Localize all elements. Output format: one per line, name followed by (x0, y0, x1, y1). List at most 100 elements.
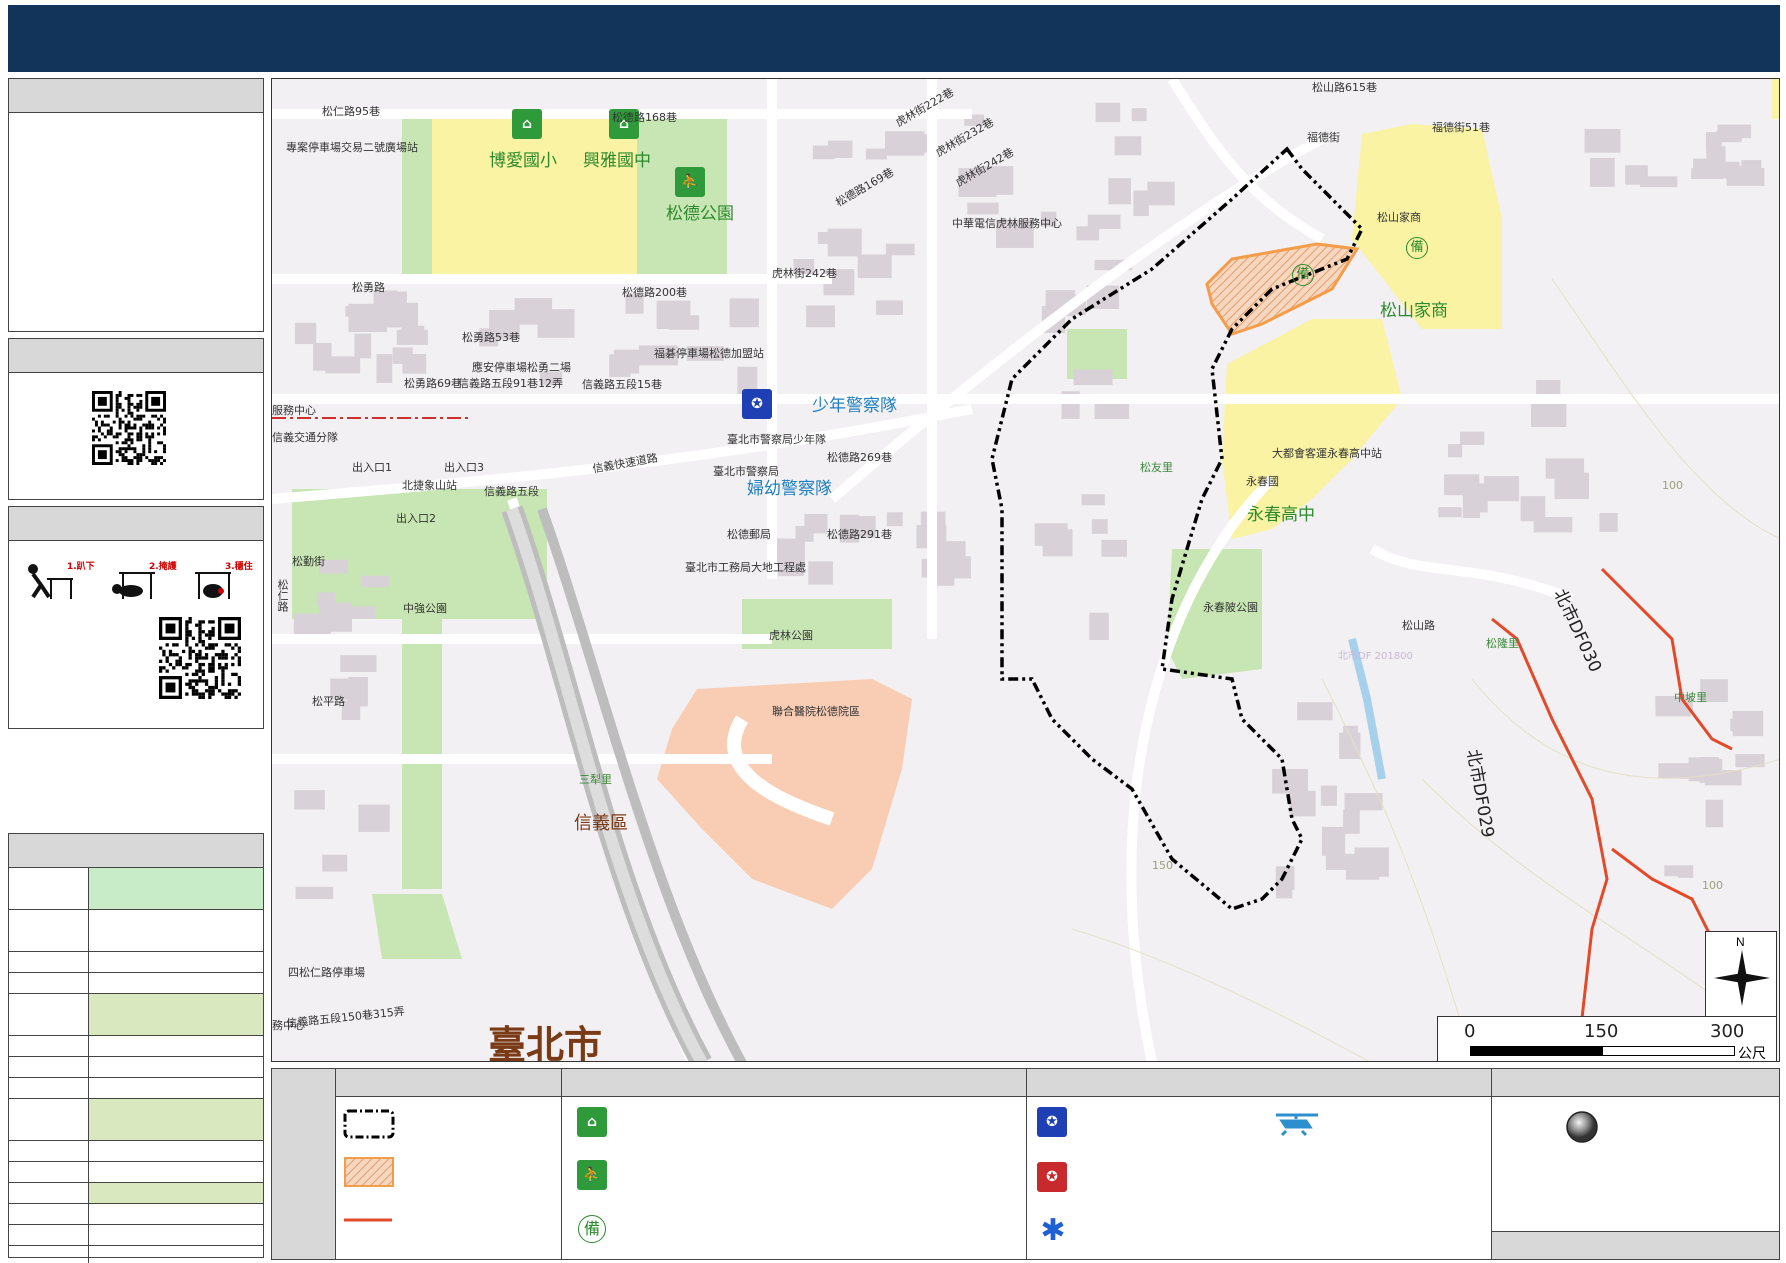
road-label: 松平路 (312, 695, 345, 708)
city-label: 臺北市 (488, 1023, 603, 1062)
table-row (9, 1225, 263, 1246)
parking-label: 福碁停車場松德加盟站 (654, 347, 764, 360)
contour-label: 100 (1702, 879, 1723, 892)
road-label: 松德路269巷 (827, 451, 892, 464)
road-label: 松山路 (1402, 619, 1435, 632)
road-label: 福德街 (1307, 131, 1340, 144)
parking-label: 應安停車場松勇二場 (472, 361, 571, 374)
bus-station-label: 大都會客運永春高中站 (1272, 447, 1382, 460)
qr-code-icon[interactable] (159, 617, 241, 699)
road-label: 松德路291巷 (827, 528, 892, 541)
table-row (9, 1204, 263, 1225)
cover-label: 2.掩護 (149, 562, 177, 572)
road-label: 松勇路 (352, 281, 385, 294)
drop-label: 1.趴下 (67, 562, 95, 572)
police-icon[interactable]: ✪ (742, 389, 772, 419)
service-label: 中華電信虎林服務中心 (952, 217, 1062, 230)
road-label: 松勇路69巷 (404, 377, 462, 390)
reserve-icon[interactable]: 備 (1292, 264, 1314, 286)
school-label: 永春高中 (1247, 505, 1315, 525)
legend-column (1492, 1069, 1779, 1259)
gray-circle-icon (1566, 1111, 1598, 1143)
table-row (9, 952, 263, 973)
compass: N (1705, 931, 1777, 1017)
road-label: 信義路五段 (484, 485, 539, 498)
road-label: 福德街51巷 (1432, 121, 1490, 134)
road-label: 松德路168巷 (612, 111, 677, 124)
legend-title-column (272, 1069, 336, 1259)
table-row (9, 994, 263, 1036)
table-row (9, 973, 263, 994)
school-small-label: 永春國 (1246, 475, 1279, 488)
contact-table-header (9, 834, 263, 868)
road-label: 松仁路 (276, 579, 289, 612)
legend-column (1027, 1069, 1492, 1259)
road-label: 松德路200巷 (622, 286, 687, 299)
ambulance-icon: ✱ (1040, 1213, 1066, 1248)
mrt-station-label: 北捷象山站 (402, 479, 457, 492)
parking-label: 專案停車場交易二號廣場站 (286, 141, 418, 154)
exit-label: 出入口2 (396, 512, 436, 525)
school-area (432, 119, 637, 279)
exit-label: 出入口3 (444, 461, 484, 474)
info-panel (8, 78, 264, 332)
district-label: 信義區 (574, 813, 628, 834)
police-hq-label: 臺北市警察局 (713, 465, 779, 478)
hold-label: 3.穩住 (225, 562, 253, 572)
table-row (9, 1141, 263, 1162)
reserve-icon[interactable]: 備 (1406, 237, 1428, 259)
table-row (9, 1099, 263, 1141)
legend-column (562, 1069, 1027, 1259)
service-label: 服務中心 (272, 404, 316, 417)
park-evacuation-icon: ⛹ (577, 1160, 607, 1190)
shelter-icon[interactable]: ⌂ (512, 109, 542, 139)
works-office-label: 臺北市工務局大地工程處 (685, 561, 806, 574)
road-label: 松勤街 (292, 555, 325, 568)
table-row (9, 1078, 263, 1099)
village-label: 松友里 (1140, 461, 1173, 474)
park-label: 松德公園 (666, 204, 734, 224)
village-label: 三犁里 (579, 773, 612, 786)
road-label: 虎林街242巷 (772, 267, 837, 280)
park-label: 中強公園 (403, 602, 447, 615)
table-row (9, 868, 263, 910)
map-legend: ⌂ ⛹ 備 ✪ ✪ ✱ (271, 1068, 1780, 1260)
qr-panel (8, 338, 264, 500)
road-label: 松勇路53巷 (462, 331, 520, 344)
school-label: 博愛國小 (489, 151, 557, 171)
school-small-label: 松山家商 (1377, 211, 1421, 224)
road-label: 松山路615巷 (1312, 81, 1377, 94)
table-row (9, 1036, 263, 1057)
road-label: 信義路五段91巷12弄 (458, 377, 563, 390)
svg-text:N: N (1736, 935, 1745, 949)
scale-tick: 300 (1710, 1021, 1745, 1042)
helicopter-icon (1276, 1113, 1318, 1137)
red-line-icon (344, 1218, 392, 1222)
road-label: 松仁路95巷 (322, 105, 380, 118)
info-panel-header (9, 79, 263, 113)
school-label: 興雅國中 (583, 151, 651, 171)
police-platoon-label: 臺北市警察局少年隊 (727, 433, 826, 446)
boundary-dashed-icon (343, 1109, 395, 1139)
fire-icon: ✪ (1037, 1162, 1067, 1192)
table-row (9, 1183, 263, 1204)
park-label: 永春陂公園 (1203, 601, 1258, 614)
park-label: 虎林公園 (769, 629, 813, 642)
traffic-label: 信義交通分隊 (272, 431, 338, 444)
police-icon: ✪ (1037, 1107, 1067, 1137)
reserve-icon: 備 (578, 1215, 606, 1243)
contour-label: 150 (1152, 859, 1173, 872)
shelter-icon: ⌂ (577, 1107, 607, 1137)
table-row (9, 1246, 263, 1263)
qr-code-icon[interactable] (92, 391, 166, 465)
hospital-label: 聯合醫院松德院區 (772, 705, 860, 718)
park-evacuation-icon[interactable]: ⛹ (675, 167, 705, 197)
exit-label: 出入口1 (352, 461, 392, 474)
map-canvas[interactable]: ⌂ ⌂ ⛹ ✪ 備 備 博愛國小 興雅國中 松德公園 松山家商 永春高中 少年警… (271, 78, 1780, 1062)
table-row (9, 1057, 263, 1078)
parking-label: 四松仁路停車場 (288, 966, 365, 979)
table-row (9, 1162, 263, 1183)
school-label: 松山家商 (1380, 301, 1448, 321)
header-bar (8, 5, 1780, 72)
road-label: 信義路五段15巷 (582, 378, 662, 391)
